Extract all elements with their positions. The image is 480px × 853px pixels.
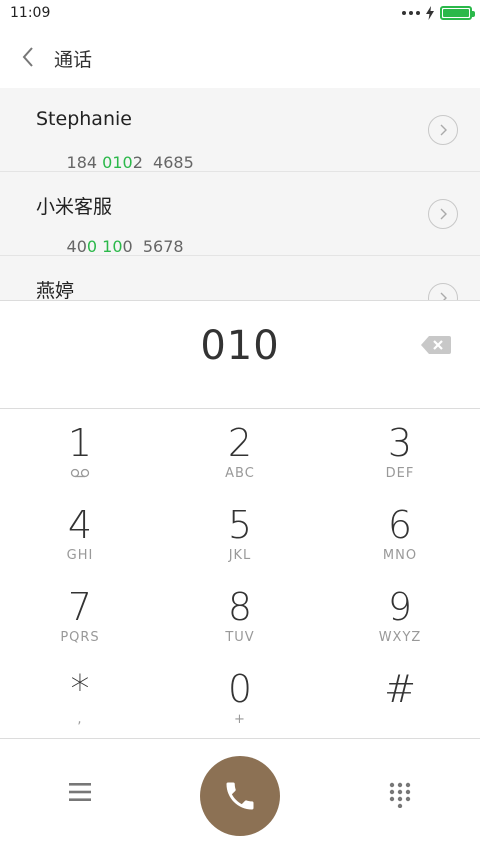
key-digit: # (384, 667, 416, 711)
number-part: 2 4685 (132, 153, 194, 172)
key-2[interactable]: 2 ABC (160, 410, 320, 492)
key-9[interactable]: 9 WXYZ (320, 574, 480, 656)
entered-number: 010 (200, 323, 280, 369)
menu-icon[interactable] (68, 782, 92, 802)
phone-icon (226, 782, 254, 810)
result-row[interactable]: 燕婷 (0, 256, 480, 300)
key-digit: 6 (387, 503, 413, 547)
key-digit: 0 (227, 667, 253, 711)
bottom-bar (0, 738, 480, 853)
key-digit: 7 (67, 585, 93, 629)
key-hash[interactable]: # (320, 656, 480, 738)
contact-name: Stephanie (36, 108, 132, 130)
keypad: 1 2 ABC 3 DEF 4 GHI 5 JKL 6 MNO 7 PQRS 8… (0, 410, 480, 738)
call-button[interactable] (200, 756, 280, 836)
number-match: 0 10 (86, 237, 123, 256)
voicemail-icon (70, 468, 90, 478)
contact-results-list: Stephanie 184 0102 4685 小米客服 400 100 567… (0, 88, 480, 300)
key-letters: + (234, 712, 246, 727)
contact-detail-button[interactable] (428, 283, 458, 300)
number-part: 184 (66, 153, 103, 172)
status-icons (402, 6, 475, 20)
key-digit: 3 (387, 421, 413, 465)
key-letters: WXYZ (378, 630, 422, 645)
chevron-right-icon (440, 124, 447, 136)
contact-name: 燕婷 (36, 280, 75, 300)
key-4[interactable]: 4 GHI (0, 492, 160, 574)
header: 通话 (0, 28, 480, 88)
number-part: 40 (66, 237, 87, 256)
key-letters: PQRS (60, 630, 100, 645)
dialpad-icon[interactable] (388, 782, 412, 808)
status-time: 11:09 (10, 5, 51, 21)
contact-detail-button[interactable] (428, 115, 458, 145)
key-letters: ABC (225, 466, 255, 481)
key-digit: 1 (67, 421, 93, 465)
key-digit: 2 (227, 421, 253, 465)
key-3[interactable]: 3 DEF (320, 410, 480, 492)
more-notifications-icon (402, 11, 420, 15)
key-8[interactable]: 8 TUV (160, 574, 320, 656)
status-bar: 11:09 (0, 0, 480, 28)
chevron-right-icon (440, 208, 447, 220)
key-5[interactable]: 5 JKL (160, 492, 320, 574)
key-star[interactable]: * , (0, 656, 160, 738)
chevron-right-icon (440, 292, 447, 300)
result-row[interactable]: Stephanie 184 0102 4685 (0, 88, 480, 172)
backspace-icon[interactable] (420, 334, 452, 356)
key-letters: TUV (225, 630, 255, 645)
key-digit: 8 (227, 585, 253, 629)
battery-icon (440, 6, 475, 20)
key-7[interactable]: 7 PQRS (0, 574, 160, 656)
key-1[interactable]: 1 (0, 410, 160, 492)
key-letters: GHI (66, 548, 94, 563)
key-digit: 9 (387, 585, 413, 629)
key-6[interactable]: 6 MNO (320, 492, 480, 574)
key-letters: , (77, 712, 83, 727)
key-0[interactable]: 0 + (160, 656, 320, 738)
key-digit: * (70, 667, 90, 711)
key-letters: MNO (382, 548, 418, 563)
key-letters: JKL (228, 548, 252, 563)
dial-display: 010 (0, 300, 480, 409)
number-part: 0 5678 (122, 237, 184, 256)
result-row[interactable]: 小米客服 400 100 5678 (0, 172, 480, 256)
contact-detail-button[interactable] (428, 199, 458, 229)
key-digit: 5 (227, 503, 253, 547)
charging-icon (426, 6, 434, 20)
key-letters: DEF (385, 466, 415, 481)
contact-name: 小米客服 (36, 196, 113, 218)
key-digit: 4 (67, 503, 93, 547)
number-match: 010 (102, 153, 133, 172)
back-arrow-icon[interactable] (18, 44, 40, 70)
page-title: 通话 (54, 49, 93, 71)
